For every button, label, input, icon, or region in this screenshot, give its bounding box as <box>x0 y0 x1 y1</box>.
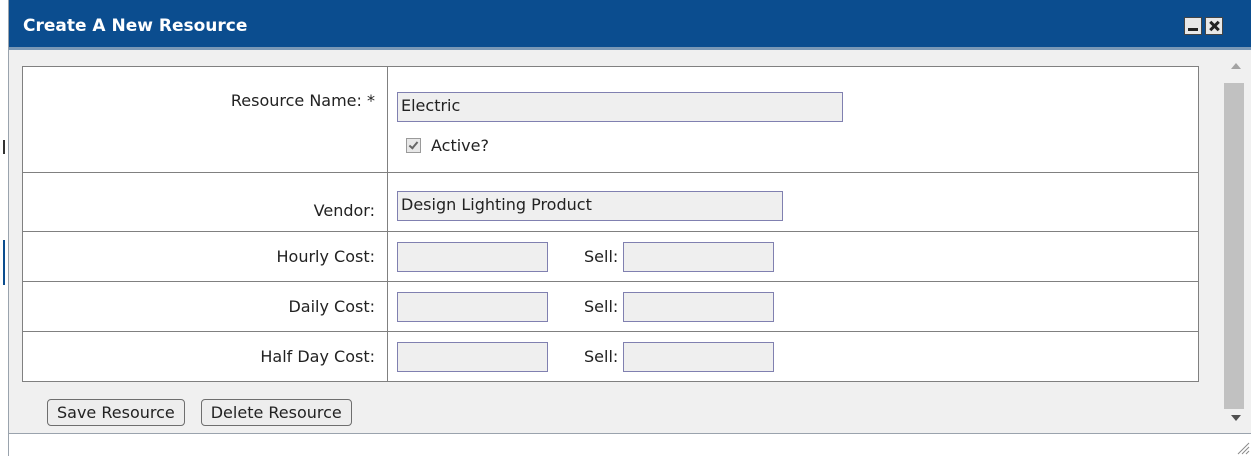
create-resource-dialog: Create A New Resource Resource Name: * E… <box>8 0 1251 457</box>
half-day-sell-input[interactable] <box>623 342 775 372</box>
active-label: Active? <box>431 136 489 155</box>
page-left-edge <box>0 0 8 456</box>
half-day-cost-label-cell: Half Day Cost: <box>22 331 388 382</box>
vendor-field-cell: Design Lighting Product <box>387 172 1199 232</box>
dialog-title: Create A New Resource <box>23 16 248 36</box>
resource-name-input[interactable]: Electric <box>397 92 843 122</box>
form-buttons: Save Resource Delete Resource <box>47 399 368 426</box>
edge-mark <box>3 240 5 285</box>
edge-mark <box>3 140 5 154</box>
vendor-label-cell: Vendor: <box>22 172 388 232</box>
daily-sell-label: Sell: <box>584 297 619 316</box>
resource-name-field-cell: Electric Active? <box>387 66 1199 173</box>
vertical-scrollbar[interactable] <box>1219 50 1251 433</box>
resize-grip-icon[interactable] <box>1236 441 1250 455</box>
half-day-cost-field-cell: Sell: <box>387 331 1199 382</box>
delete-resource-button[interactable]: Delete Resource <box>200 399 352 426</box>
half-day-cost-label: Half Day Cost: <box>260 347 375 366</box>
daily-cost-field-cell: Sell: <box>387 281 1199 332</box>
half-day-cost-input[interactable] <box>397 342 548 372</box>
vendor-label: Vendor: <box>313 201 375 220</box>
hourly-cost-label-cell: Hourly Cost: <box>22 231 388 282</box>
hourly-sell-label: Sell: <box>584 247 619 266</box>
active-checkbox[interactable] <box>406 138 421 153</box>
dialog-footer <box>9 433 1251 457</box>
vendor-input[interactable]: Design Lighting Product <box>397 191 783 221</box>
scroll-down-arrow-icon[interactable] <box>1231 415 1241 421</box>
resource-form-table: Resource Name: * Electric Active? Vendor… <box>22 66 1199 382</box>
hourly-sell-input[interactable] <box>623 242 775 272</box>
resource-name-label-cell: Resource Name: * <box>22 66 388 173</box>
hourly-cost-row: Hourly Cost: Sell: <box>22 231 1199 282</box>
half-day-cost-row: Half Day Cost: Sell: <box>22 331 1199 382</box>
hourly-cost-field-cell: Sell: <box>387 231 1199 282</box>
resource-name-row: Resource Name: * Electric Active? <box>22 66 1199 173</box>
daily-cost-row: Daily Cost: Sell: <box>22 281 1199 332</box>
dialog-content: Resource Name: * Electric Active? Vendor… <box>9 50 1219 433</box>
daily-cost-label: Daily Cost: <box>288 297 375 316</box>
hourly-cost-label: Hourly Cost: <box>276 247 376 266</box>
active-line: Active? <box>397 136 1198 155</box>
daily-cost-input[interactable] <box>397 292 548 322</box>
minimize-icon[interactable] <box>1184 17 1202 35</box>
daily-sell-input[interactable] <box>623 292 775 322</box>
vendor-row: Vendor: Design Lighting Product <box>22 172 1199 232</box>
half-day-sell-label: Sell: <box>584 347 619 366</box>
daily-cost-label-cell: Daily Cost: <box>22 281 388 332</box>
close-icon[interactable] <box>1205 17 1223 35</box>
scrollbar-thumb[interactable] <box>1224 83 1244 409</box>
dialog-titlebar[interactable]: Create A New Resource <box>9 0 1251 50</box>
save-resource-button[interactable]: Save Resource <box>47 399 185 426</box>
scroll-up-arrow-icon[interactable] <box>1231 63 1241 69</box>
hourly-cost-input[interactable] <box>397 242 548 272</box>
resource-name-label: Resource Name: * <box>230 91 375 110</box>
